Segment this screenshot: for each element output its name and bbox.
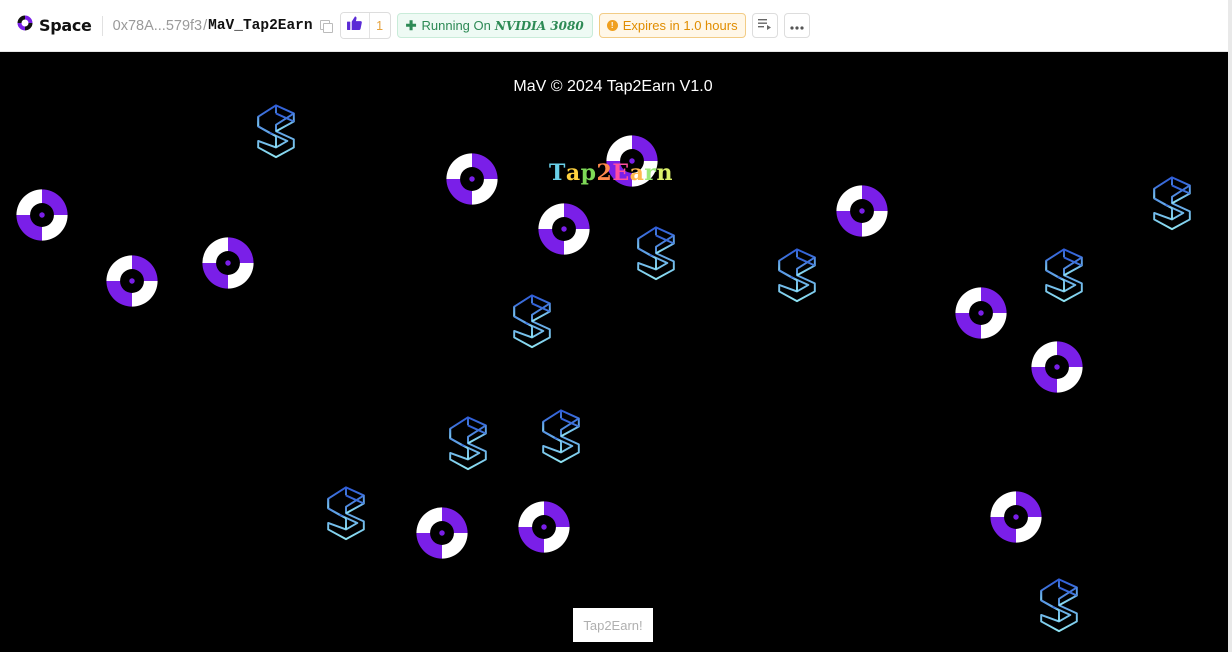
s-block-icon[interactable] bbox=[438, 406, 498, 474]
copy-icon[interactable] bbox=[319, 19, 333, 33]
s-block-icon[interactable] bbox=[502, 284, 562, 352]
owner-link[interactable]: 0x78A...579f3 bbox=[113, 18, 203, 34]
spinning-coin-icon[interactable] bbox=[194, 234, 262, 292]
playlist-icon bbox=[758, 17, 772, 35]
title-letter: a bbox=[629, 160, 645, 186]
spinning-coin-icon[interactable] bbox=[530, 200, 598, 258]
running-status-badge[interactable]: ✚ Running On NVIDIA 3080 bbox=[396, 13, 593, 38]
spinning-coin-icon[interactable] bbox=[98, 252, 166, 310]
s-block-icon[interactable] bbox=[1142, 166, 1202, 234]
s-block-icon[interactable] bbox=[246, 94, 306, 162]
spinning-coin-icon[interactable] bbox=[408, 504, 476, 562]
spinning-coin-icon[interactable] bbox=[828, 182, 896, 240]
brand[interactable]: Space bbox=[16, 14, 92, 37]
more-button[interactable] bbox=[783, 13, 810, 38]
copyright-text: MaV © 2024 Tap2Earn V1.0 bbox=[513, 78, 713, 95]
like-button[interactable] bbox=[340, 13, 369, 38]
gpu-name: NVIDIA 3080 bbox=[494, 18, 584, 33]
page-scrollbar[interactable] bbox=[1228, 0, 1232, 652]
plus-icon: ✚ bbox=[405, 17, 417, 33]
title-letter: E bbox=[612, 160, 630, 186]
s-block-icon[interactable] bbox=[316, 476, 376, 544]
tap2earn-button[interactable]: Tap2Earn! bbox=[573, 608, 653, 642]
space-logo-icon bbox=[16, 14, 34, 37]
warning-icon: ! bbox=[606, 20, 618, 31]
s-block-icon[interactable] bbox=[767, 238, 827, 306]
divider bbox=[101, 15, 103, 36]
like-count: 1 bbox=[368, 13, 390, 38]
s-block-icon[interactable] bbox=[626, 216, 686, 284]
spinning-coin-icon[interactable] bbox=[438, 150, 506, 208]
title-letter: T bbox=[549, 160, 566, 186]
title-letter: n bbox=[656, 160, 673, 186]
s-block-icon[interactable] bbox=[1034, 238, 1094, 306]
thumbs-up-icon bbox=[347, 16, 362, 35]
title-letter: a bbox=[565, 160, 581, 186]
spinning-coin-icon[interactable] bbox=[947, 284, 1015, 342]
app-canvas: MaV © 2024 Tap2Earn V1.0 Tap2Earn Tap2Ea… bbox=[0, 52, 1228, 652]
running-label: Running On bbox=[421, 18, 491, 33]
ellipsis-icon bbox=[789, 17, 804, 35]
brand-name: Space bbox=[39, 16, 92, 35]
repo-name-link[interactable]: MaV_Tap2Earn bbox=[208, 18, 312, 34]
app-title: Tap2Earn bbox=[549, 160, 673, 186]
expires-label: Expires in 1.0 hours bbox=[622, 18, 738, 33]
spinning-coin-icon[interactable] bbox=[8, 186, 76, 244]
space-header: Space 0x78A...579f3 / MaV_Tap2Earn 1 ✚ R… bbox=[0, 0, 1228, 52]
path-separator: / bbox=[203, 17, 208, 34]
title-letter: p bbox=[580, 160, 597, 186]
playlist-button[interactable] bbox=[751, 13, 778, 38]
title-letter: r bbox=[644, 160, 657, 186]
expires-badge[interactable]: ! Expires in 1.0 hours bbox=[598, 13, 746, 38]
spinning-coin-icon[interactable] bbox=[1023, 338, 1091, 396]
s-block-icon[interactable] bbox=[1029, 568, 1089, 636]
like-group: 1 bbox=[339, 12, 391, 39]
title-letter: 2 bbox=[596, 160, 613, 186]
s-block-icon[interactable] bbox=[531, 399, 591, 467]
spinning-coin-icon[interactable] bbox=[510, 498, 578, 556]
spinning-coin-icon[interactable] bbox=[982, 488, 1050, 546]
